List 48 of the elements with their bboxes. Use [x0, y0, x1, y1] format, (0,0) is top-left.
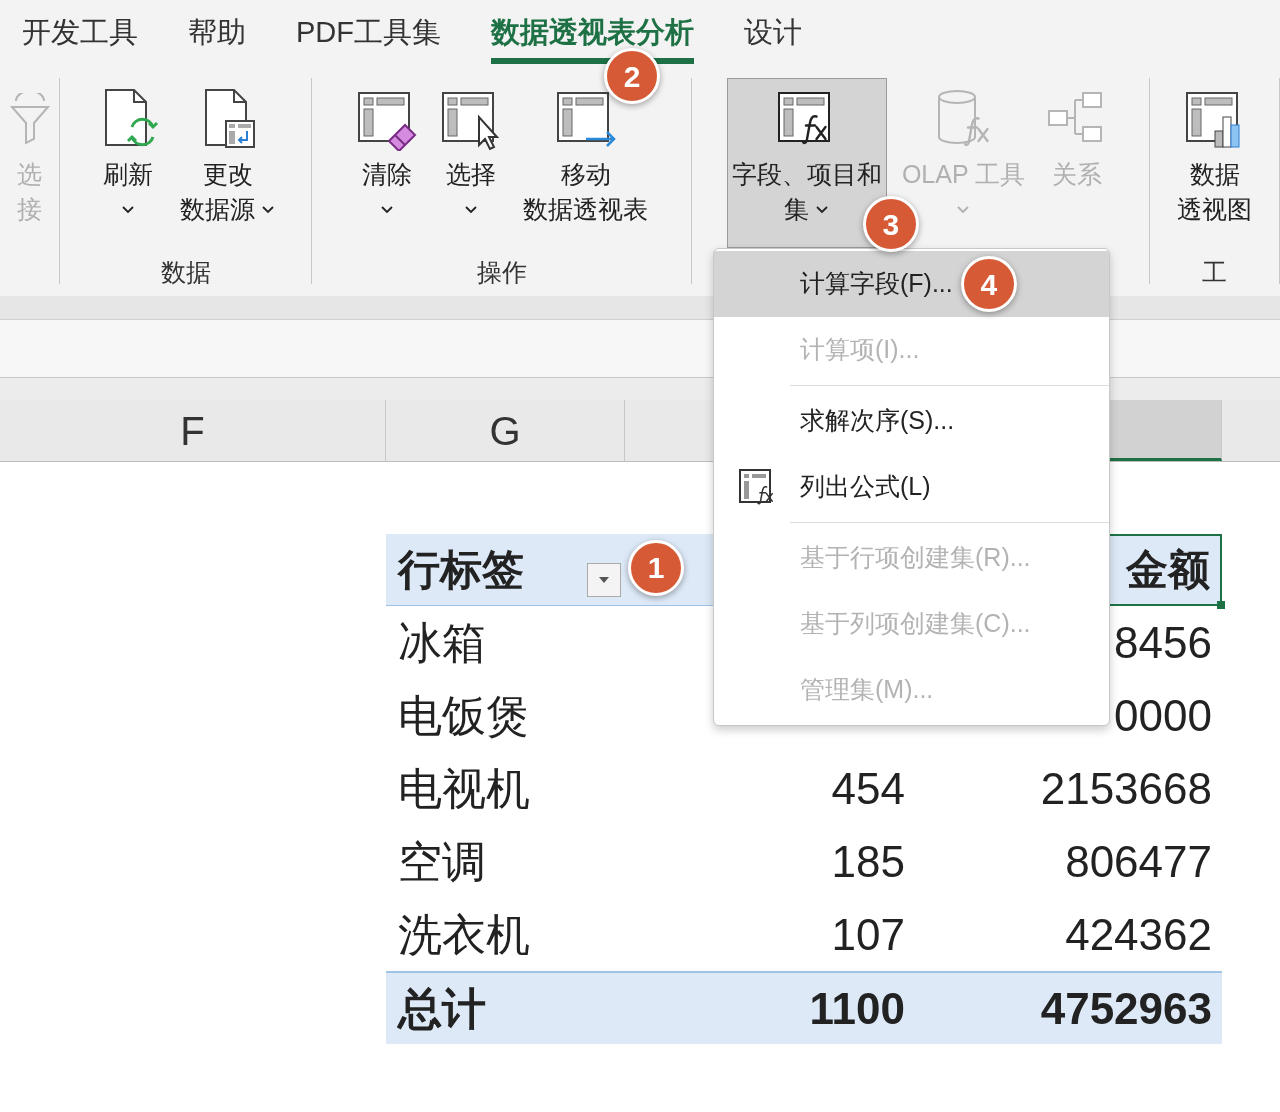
table-cell-text: 4752963 [1040, 982, 1212, 1035]
table-cell-text: 0000 [1114, 689, 1212, 742]
ribbon-button[interactable]: 清除 [350, 78, 424, 248]
table-cell-text: 806477 [1065, 835, 1212, 888]
table-cell-text: 8456 [1114, 616, 1212, 669]
ribbon-button[interactable]: 更改 数据源 [175, 78, 280, 248]
ribbon-button[interactable]: 数据 透视图 [1172, 78, 1257, 248]
table-cell-text: 454 [831, 762, 905, 815]
group-label: 工 [1202, 257, 1227, 288]
table-cell-text: 空调 [398, 835, 486, 888]
chevron-down-icon [121, 204, 135, 215]
table-cell-text: 电视机 [398, 762, 530, 815]
table-cell-text: 424362 [1065, 908, 1212, 961]
ribbon-tab[interactable]: PDF工具集 [296, 14, 441, 64]
menu-item[interactable]: 列出公式(L) [800, 468, 931, 506]
table-cell-text: 冰箱 [398, 616, 486, 669]
table-cell-text: 107 [831, 908, 905, 961]
fill-handle[interactable] [1217, 600, 1225, 609]
group-label: 操作 [476, 257, 527, 288]
chevron-down-icon [464, 204, 478, 215]
table-cell-text: 洗衣机 [398, 908, 530, 961]
chevron-down-icon [380, 204, 394, 215]
table-header-cell-text: 行标签 [398, 545, 524, 595]
ribbon-tab[interactable]: 设计 [744, 14, 802, 64]
table-cell-text: 电饭煲 [398, 689, 530, 742]
ribbon-button[interactable]: 选择 [434, 78, 508, 248]
table-function-icon [738, 468, 776, 506]
funnel-icon [9, 93, 50, 145]
group-label: 数据 [160, 257, 211, 288]
filter-dropdown-button[interactable] [587, 562, 621, 597]
chevron-down-icon [815, 204, 830, 215]
menu-item[interactable]: 求解次序(S)... [800, 402, 955, 440]
table-cell-text: 185 [831, 835, 905, 888]
ribbon-tab[interactable]: 开发工具 [22, 14, 138, 64]
column-header[interactable]: G [386, 400, 625, 461]
table-header-cell-text: 金额 [1126, 545, 1210, 595]
step-number-badge: 1 [628, 539, 684, 596]
ribbon-tab[interactable]: 帮助 [188, 14, 246, 64]
table-cell-text: 1100 [809, 982, 905, 1035]
table-cell-text: 2153668 [1040, 762, 1212, 815]
table-cell-text: 总计 [398, 982, 486, 1035]
chevron-down-icon [956, 204, 971, 215]
triangle-down-icon [598, 575, 610, 584]
step-number-badge: 4 [960, 256, 1017, 312]
menu-item[interactable]: 计算字段(F)... [800, 265, 953, 303]
ribbon-button[interactable]: 刷新 [91, 78, 165, 248]
chevron-down-icon [261, 204, 275, 215]
column-header[interactable]: F [0, 400, 386, 461]
